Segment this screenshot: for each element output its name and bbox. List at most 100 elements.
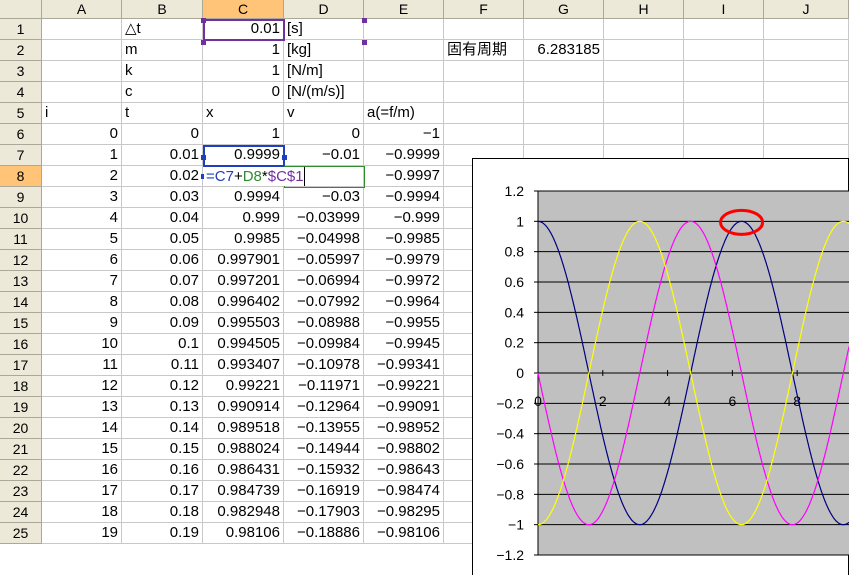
row-header-21[interactable]: 21: [0, 439, 42, 460]
cell-b15[interactable]: 0.09: [122, 313, 203, 334]
row-header-12[interactable]: 12: [0, 250, 42, 271]
cell-c23[interactable]: 0.984739: [203, 481, 284, 502]
row-header-6[interactable]: 6: [0, 124, 42, 145]
cell-d4[interactable]: [N/(m/s)]: [284, 82, 364, 103]
cell-d5[interactable]: v: [284, 103, 364, 124]
cell-g6[interactable]: [524, 124, 604, 145]
cell-d18[interactable]: −0.11971: [284, 376, 364, 397]
cell-c21[interactable]: 0.988024: [203, 439, 284, 460]
row-header-16[interactable]: 16: [0, 334, 42, 355]
cell-b25[interactable]: 0.19: [122, 523, 203, 544]
cell-e24[interactable]: −0.98295: [364, 502, 444, 523]
cell-d15[interactable]: −0.08988: [284, 313, 364, 334]
cell-c20[interactable]: 0.989518: [203, 418, 284, 439]
cell-b22[interactable]: 0.16: [122, 460, 203, 481]
cell-b20[interactable]: 0.14: [122, 418, 203, 439]
cell-b4[interactable]: c: [122, 82, 203, 103]
select-all-corner[interactable]: [0, 0, 42, 19]
cell-e12[interactable]: −0.9979: [364, 250, 444, 271]
cell-i6[interactable]: [684, 124, 764, 145]
column-header-j[interactable]: J: [764, 0, 849, 19]
cell-c22[interactable]: 0.986431: [203, 460, 284, 481]
cell-f4[interactable]: [444, 82, 524, 103]
cell-b18[interactable]: 0.12: [122, 376, 203, 397]
cell-e17[interactable]: −0.99341: [364, 355, 444, 376]
cell-a24[interactable]: 18: [42, 502, 122, 523]
selection-handle[interactable]: [282, 155, 287, 160]
row-header-25[interactable]: 25: [0, 523, 42, 544]
cell-a3[interactable]: [42, 61, 122, 82]
cell-a22[interactable]: 16: [42, 460, 122, 481]
cell-f5[interactable]: [444, 103, 524, 124]
cell-c3[interactable]: 1: [203, 61, 284, 82]
cell-d6[interactable]: 0: [284, 124, 364, 145]
cell-b19[interactable]: 0.13: [122, 397, 203, 418]
cell-d2[interactable]: [kg]: [284, 40, 364, 61]
row-header-7[interactable]: 7: [0, 145, 42, 166]
cell-a13[interactable]: 7: [42, 271, 122, 292]
column-header-h[interactable]: H: [604, 0, 684, 19]
cell-b1[interactable]: △t: [122, 19, 203, 40]
row-header-23[interactable]: 23: [0, 481, 42, 502]
cell-c6[interactable]: 1: [203, 124, 284, 145]
cell-e11[interactable]: −0.9985: [364, 229, 444, 250]
cell-g2[interactable]: 6.283185: [524, 40, 604, 61]
cell-d25[interactable]: −0.18886: [284, 523, 364, 544]
cell-a10[interactable]: 4: [42, 208, 122, 229]
cell-e19[interactable]: −0.99091: [364, 397, 444, 418]
cell-d13[interactable]: −0.06994: [284, 271, 364, 292]
cell-d3[interactable]: [N/m]: [284, 61, 364, 82]
cell-a19[interactable]: 13: [42, 397, 122, 418]
cell-j1[interactable]: [764, 19, 849, 40]
column-header-i[interactable]: I: [684, 0, 764, 19]
cell-i5[interactable]: [684, 103, 764, 124]
cell-h5[interactable]: [604, 103, 684, 124]
cell-g1[interactable]: [524, 19, 604, 40]
cell-a17[interactable]: 11: [42, 355, 122, 376]
cell-d20[interactable]: −0.13955: [284, 418, 364, 439]
cell-a5[interactable]: i: [42, 103, 122, 124]
cell-c4[interactable]: 0: [203, 82, 284, 103]
cell-a16[interactable]: 10: [42, 334, 122, 355]
cell-c18[interactable]: 0.99221: [203, 376, 284, 397]
cell-f2[interactable]: 固有周期: [444, 40, 524, 61]
cell-a4[interactable]: [42, 82, 122, 103]
row-header-15[interactable]: 15: [0, 313, 42, 334]
cell-e18[interactable]: −0.99221: [364, 376, 444, 397]
cell-d12[interactable]: −0.05997: [284, 250, 364, 271]
cell-c12[interactable]: 0.997901: [203, 250, 284, 271]
selection-handle[interactable]: [201, 40, 206, 45]
cell-e6[interactable]: −1: [364, 124, 444, 145]
cell-a12[interactable]: 6: [42, 250, 122, 271]
cell-b10[interactable]: 0.04: [122, 208, 203, 229]
cell-a8[interactable]: 2: [42, 166, 122, 187]
cell-c19[interactable]: 0.990914: [203, 397, 284, 418]
cell-d9[interactable]: −0.03: [284, 187, 364, 208]
cell-a9[interactable]: 3: [42, 187, 122, 208]
cell-i3[interactable]: [684, 61, 764, 82]
oscillation-chart[interactable]: 1.2 1 0.8 0.6 0.4 0.2 0 −0.2 −0.4 −0.6 −0.8 −1 −1.2 0…: [472, 158, 849, 575]
cell-i2[interactable]: [684, 40, 764, 61]
formula-editor[interactable]: =C7+D8*$C$1: [204, 167, 305, 186]
row-header-8[interactable]: 8: [0, 166, 42, 187]
cell-b24[interactable]: 0.18: [122, 502, 203, 523]
row-header-5[interactable]: 5: [0, 103, 42, 124]
cell-c14[interactable]: 0.996402: [203, 292, 284, 313]
cell-g4[interactable]: [524, 82, 604, 103]
cell-e14[interactable]: −0.9964: [364, 292, 444, 313]
cell-d14[interactable]: −0.07992: [284, 292, 364, 313]
cell-b6[interactable]: 0: [122, 124, 203, 145]
cell-d22[interactable]: −0.15932: [284, 460, 364, 481]
cell-b5[interactable]: t: [122, 103, 203, 124]
cell-a20[interactable]: 14: [42, 418, 122, 439]
cell-e8[interactable]: −0.9997: [364, 166, 444, 187]
cell-g3[interactable]: [524, 61, 604, 82]
cell-d21[interactable]: −0.14944: [284, 439, 364, 460]
cell-c1[interactable]: 0.01: [203, 19, 284, 40]
cell-b16[interactable]: 0.1: [122, 334, 203, 355]
cell-d17[interactable]: −0.10978: [284, 355, 364, 376]
cell-b23[interactable]: 0.17: [122, 481, 203, 502]
row-header-1[interactable]: 1: [0, 19, 42, 40]
cell-a18[interactable]: 12: [42, 376, 122, 397]
cell-b21[interactable]: 0.15: [122, 439, 203, 460]
